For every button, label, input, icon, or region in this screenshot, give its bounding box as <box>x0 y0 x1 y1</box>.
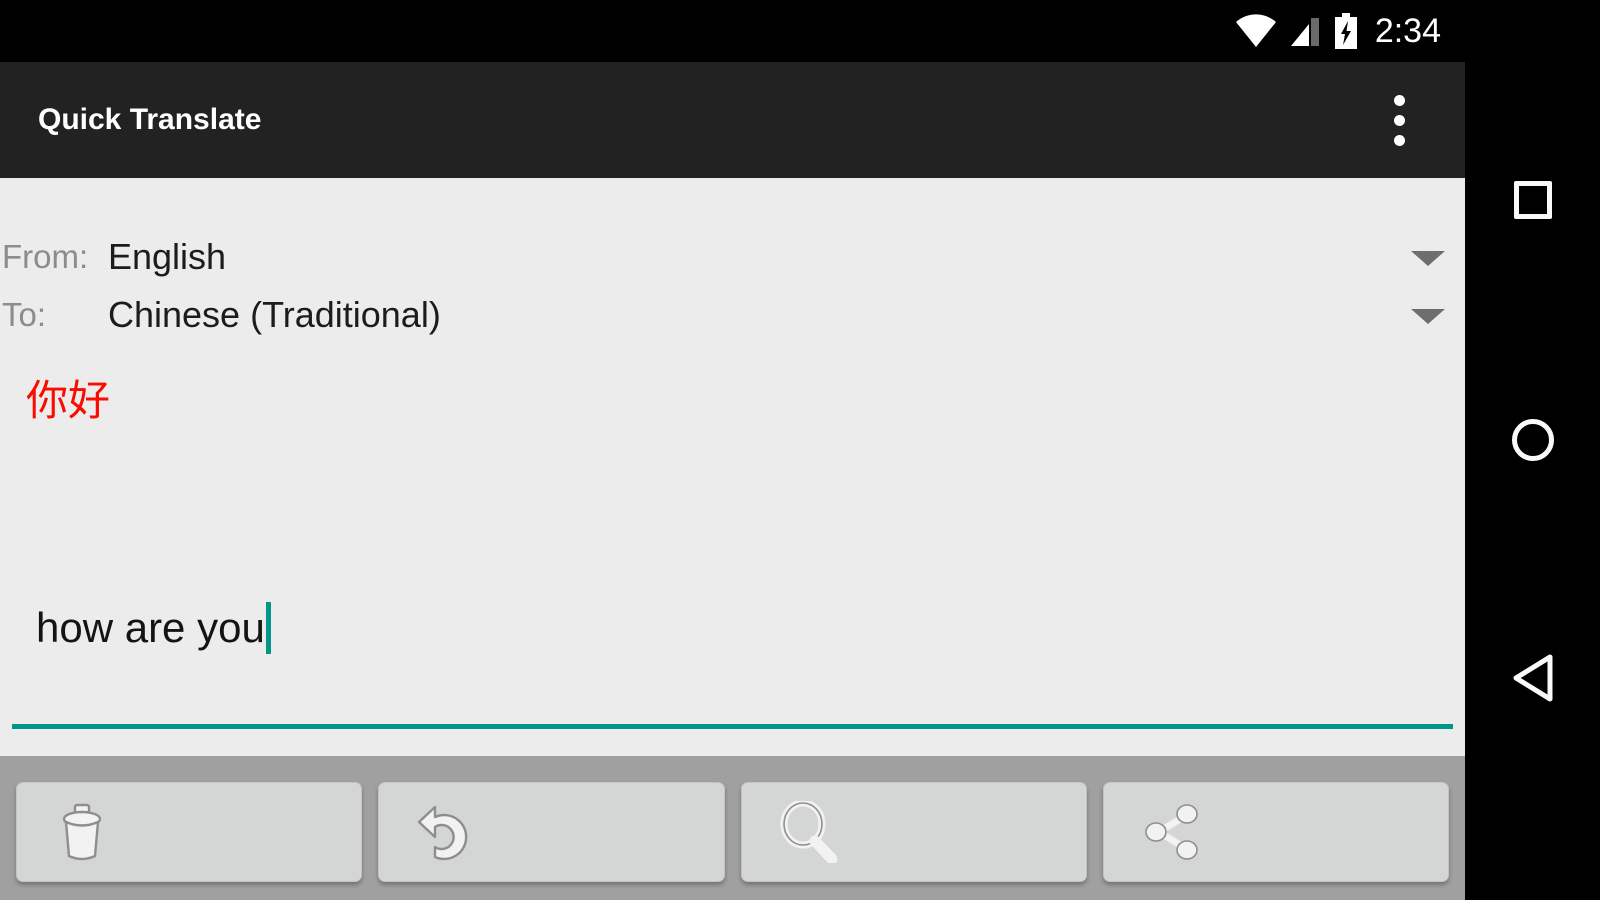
overflow-dot <box>1393 94 1405 106</box>
target-language-row[interactable]: To: Chinese (Traditional) <box>0 286 1465 344</box>
bottom-toolbar <box>0 756 1465 900</box>
status-bar-clock: 2:34 <box>1374 12 1441 50</box>
app-title: Quick Translate <box>38 103 262 136</box>
text-caret <box>265 602 271 654</box>
search-button[interactable] <box>740 782 1087 882</box>
phone-viewport: 2:34 Quick Translate From: English To: C… <box>0 0 1465 900</box>
back-triangle-icon <box>1513 654 1552 702</box>
recents-button[interactable] <box>1465 160 1600 240</box>
share-button[interactable] <box>1102 782 1449 882</box>
from-language-value: English <box>108 236 227 277</box>
home-button[interactable] <box>1465 400 1600 480</box>
to-label: To: <box>2 296 47 333</box>
undo-arrow-icon <box>418 805 468 861</box>
translated-output-text: 你好 <box>26 376 111 425</box>
overflow-dot <box>1393 134 1405 146</box>
chevron-down-icon[interactable] <box>1411 251 1445 266</box>
trash-icon <box>62 803 102 861</box>
wifi-icon <box>1235 14 1276 47</box>
recents-square-icon <box>1513 181 1552 219</box>
text-field-underline <box>12 724 1453 729</box>
source-text-field[interactable]: how are you <box>0 586 1465 756</box>
cellular-signal-icon <box>1290 18 1319 46</box>
battery-charging-icon <box>1334 13 1357 49</box>
home-circle-icon <box>1511 419 1554 461</box>
navigation-bar <box>1465 0 1600 900</box>
source-text-value: how are you <box>36 603 265 651</box>
app-bar: Quick Translate <box>0 62 1465 178</box>
overflow-menu-icon[interactable] <box>1369 62 1429 178</box>
status-bar: 2:34 <box>0 0 1465 62</box>
to-language-value: Chinese (Traditional) <box>108 294 441 335</box>
main-content: From: English To: Chinese (Traditional) … <box>0 178 1465 756</box>
chevron-down-icon[interactable] <box>1411 309 1445 324</box>
from-label: From: <box>2 238 89 275</box>
source-language-row[interactable]: From: English <box>0 228 1465 286</box>
magnifier-icon <box>780 801 837 863</box>
overflow-dot <box>1393 114 1405 126</box>
back-button[interactable] <box>1465 638 1600 718</box>
source-text-value-row: how are you <box>36 602 271 654</box>
undo-button[interactable] <box>378 782 725 882</box>
android-screen: 2:34 Quick Translate From: English To: C… <box>0 0 1600 900</box>
status-bar-icons: 2:34 <box>1235 0 1441 62</box>
toolbar-button-row <box>16 782 1449 882</box>
share-icon <box>1144 804 1198 860</box>
delete-button[interactable] <box>16 782 363 882</box>
